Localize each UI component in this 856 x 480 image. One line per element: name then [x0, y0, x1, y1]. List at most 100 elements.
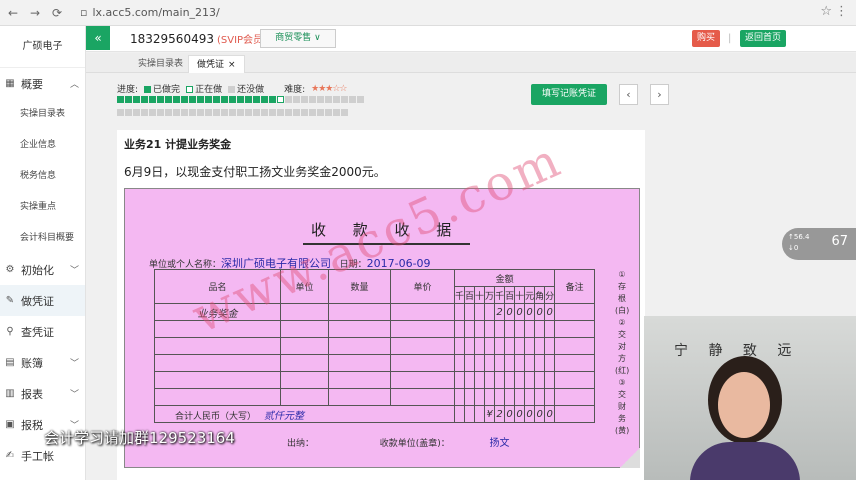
progress-cell[interactable]	[325, 96, 332, 103]
progress-cell[interactable]	[133, 96, 140, 103]
progress-cell[interactable]	[341, 109, 348, 116]
progress-cell[interactable]	[149, 96, 156, 103]
progress-cell[interactable]	[165, 96, 172, 103]
cell-digit: 0	[504, 405, 516, 423]
progress-cell[interactable]	[213, 109, 220, 116]
progress-cell[interactable]	[125, 109, 132, 116]
tab-make-voucher[interactable]: 做凭证 ×	[188, 55, 245, 73]
progress-cell[interactable]	[133, 109, 140, 116]
progress-cell[interactable]	[149, 109, 156, 116]
progress-cell[interactable]	[285, 96, 292, 103]
progress-cell[interactable]	[261, 96, 268, 103]
sidebar-item-init[interactable]: ⚙ 初始化 ﹀	[0, 254, 85, 285]
cell-qty	[328, 371, 391, 389]
sidebar-sub-company-info[interactable]: 企业信息	[0, 130, 85, 161]
network-gauge-widget[interactable]: ↑56.4 ↓0 67	[782, 228, 856, 260]
sidebar-item-reports[interactable]: ▥ 报表 ﹀	[0, 378, 85, 409]
industry-mode-dropdown[interactable]: 商贸零售 ∨	[260, 29, 336, 48]
cell-digit	[504, 337, 516, 355]
progress-cell[interactable]	[293, 109, 300, 116]
progress-cell[interactable]	[189, 96, 196, 103]
report-icon: ▥	[5, 387, 15, 399]
progress-cell[interactable]	[221, 96, 228, 103]
forward-arrow-icon[interactable]: →	[26, 4, 44, 22]
progress-cell[interactable]	[117, 96, 124, 103]
progress-cell[interactable]	[197, 96, 204, 103]
progress-cell[interactable]	[277, 96, 284, 103]
sidebar-item-make-voucher[interactable]: ✎ 做凭证	[0, 285, 85, 316]
progress-cell[interactable]	[253, 109, 260, 116]
sidebar-sub-tax-info[interactable]: 税务信息	[0, 161, 85, 192]
sidebar-item-books[interactable]: ▤ 账簿 ﹀	[0, 347, 85, 378]
progress-cell[interactable]	[237, 96, 244, 103]
progress-cell[interactable]	[277, 109, 284, 116]
progress-cell[interactable]	[205, 96, 212, 103]
reload-icon[interactable]: ⟳	[48, 4, 66, 22]
sidebar-sub-catalog[interactable]: 实操目录表	[0, 99, 85, 130]
progress-cell[interactable]	[317, 109, 324, 116]
progress-cell[interactable]	[285, 109, 292, 116]
sidebar-item-view-voucher[interactable]: ⚲ 查凭证	[0, 316, 85, 347]
cell-digit: 0	[524, 303, 536, 321]
progress-cell[interactable]	[317, 96, 324, 103]
progress-cell[interactable]	[141, 96, 148, 103]
table-row	[154, 354, 596, 372]
close-icon[interactable]: ×	[228, 60, 236, 70]
buy-button[interactable]: 购买	[692, 30, 720, 47]
progress-cell[interactable]	[173, 109, 180, 116]
progress-cell[interactable]	[309, 96, 316, 103]
progress-cell[interactable]	[245, 109, 252, 116]
progress-cell[interactable]	[125, 96, 132, 103]
progress-cell[interactable]	[341, 96, 348, 103]
back-home-button[interactable]: 返回首页	[740, 30, 786, 47]
presenter-video: 宁 静 致 远	[644, 316, 856, 480]
progress-cell[interactable]	[245, 96, 252, 103]
sidebar-item-overview[interactable]: ▦ 概要 ︿	[0, 68, 85, 99]
progress-cell[interactable]	[325, 109, 332, 116]
progress-cell[interactable]	[253, 96, 260, 103]
cell-digit	[464, 371, 476, 389]
progress-cell[interactable]	[269, 96, 276, 103]
progress-cell[interactable]	[301, 96, 308, 103]
sidebar-sub-accounts[interactable]: 会计科目概要	[0, 223, 85, 254]
progress-cell[interactable]	[173, 96, 180, 103]
progress-cell[interactable]	[181, 96, 188, 103]
progress-cell[interactable]	[181, 109, 188, 116]
progress-cell[interactable]	[197, 109, 204, 116]
browser-menu-icon[interactable]: ⋮	[835, 4, 848, 19]
prev-button[interactable]: ‹	[619, 84, 638, 105]
progress-cell[interactable]	[237, 109, 244, 116]
cell-digit: 0	[504, 303, 516, 321]
progress-cell[interactable]	[269, 109, 276, 116]
progress-cell[interactable]	[221, 109, 228, 116]
back-arrow-icon[interactable]: ←	[4, 4, 22, 22]
progress-cell[interactable]	[333, 109, 340, 116]
progress-cell[interactable]	[157, 96, 164, 103]
progress-cell[interactable]	[213, 96, 220, 103]
progress-cell[interactable]	[229, 96, 236, 103]
progress-cell[interactable]	[117, 109, 124, 116]
sidebar-sub-key-points[interactable]: 实操重点	[0, 192, 85, 223]
progress-cell[interactable]	[189, 109, 196, 116]
progress-cell[interactable]	[165, 109, 172, 116]
progress-cell[interactable]	[141, 109, 148, 116]
fill-voucher-button[interactable]: 填写记账凭证	[531, 84, 607, 105]
cell-digit: 2	[494, 405, 506, 423]
progress-cell[interactable]	[157, 109, 164, 116]
progress-cell[interactable]	[309, 109, 316, 116]
collapse-sidebar-button[interactable]: «	[86, 26, 110, 50]
progress-cell[interactable]	[349, 96, 356, 103]
tab-catalog[interactable]: 实操目录表	[130, 55, 191, 73]
bookmark-star-icon[interactable]: ☆	[820, 4, 832, 19]
progress-cell[interactable]	[205, 109, 212, 116]
address-bar[interactable]: ▫ lx.acc5.com/main_213/	[80, 6, 220, 19]
chevron-right-icon: ›	[657, 88, 662, 101]
progress-cell[interactable]	[261, 109, 268, 116]
progress-cell[interactable]	[301, 109, 308, 116]
next-button[interactable]: ›	[650, 84, 669, 105]
progress-cell[interactable]	[357, 96, 364, 103]
progress-cell[interactable]	[333, 96, 340, 103]
cell-digit	[544, 337, 556, 355]
progress-cell[interactable]	[229, 109, 236, 116]
progress-cell[interactable]	[293, 96, 300, 103]
